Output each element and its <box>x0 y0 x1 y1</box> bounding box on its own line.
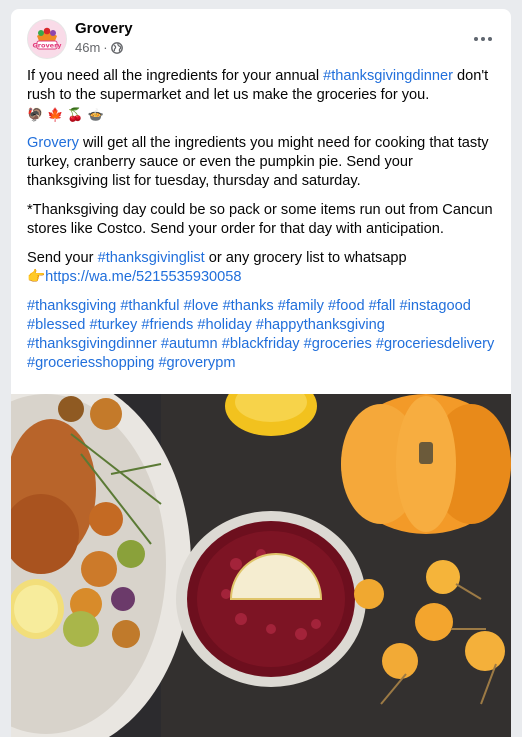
pointing-emoji: 👉 <box>27 269 46 286</box>
paragraph-2: Grovery will get all the ingredients you… <box>27 134 497 191</box>
post-timestamp[interactable]: 46m <box>75 40 100 55</box>
post-text: If you need all the ingredients for your… <box>27 67 497 383</box>
hashtag-link[interactable]: #groceriesdelivery <box>376 336 494 352</box>
hashtag-link[interactable]: #groceriesshopping <box>27 355 154 371</box>
post-header: Grovery Grovery 46m · <box>27 19 497 59</box>
post-card: Grovery Grovery 46m · If you need all th… <box>11 9 511 737</box>
hashtag-link[interactable]: #blessed <box>27 317 85 333</box>
hashtag-list: #thanksgiving #thankful #love #thanks #f… <box>27 297 497 373</box>
hashtag-link[interactable]: #thankful <box>120 298 179 314</box>
post-photo[interactable] <box>11 394 511 737</box>
pumpkin <box>341 394 511 534</box>
hashtag-link[interactable]: #thanks <box>223 298 274 314</box>
stew-emoji: 🍲 <box>87 107 104 122</box>
more-options-icon[interactable] <box>469 25 497 53</box>
maple-leaf-emoji: 🍁 <box>47 107 64 122</box>
hashtag-link[interactable]: #blackfriday <box>222 336 300 352</box>
paragraph-4-text-a: Send your <box>27 250 98 267</box>
turkey-emoji: 🦃 <box>27 107 44 122</box>
hashtag-link[interactable]: #groceries <box>304 336 372 352</box>
hashtag-link[interactable]: #thanksgivinglist <box>98 250 205 266</box>
hashtag-link[interactable]: #food <box>328 298 365 314</box>
hashtag-link[interactable]: #family <box>278 298 324 314</box>
whatsapp-link[interactable]: https://wa.me/5215535930058 <box>45 269 241 285</box>
avatar[interactable]: Grovery <box>27 19 67 59</box>
paragraph-1: If you need all the ingredients for your… <box>27 67 497 124</box>
paragraph-4: Send your #thanksgivinglist or any groce… <box>27 249 497 287</box>
hashtag-link[interactable]: #thanksgivingdinner <box>323 68 453 84</box>
hashtag-link[interactable]: #instagood <box>399 298 470 314</box>
globe-icon <box>110 41 123 54</box>
paragraph-3: *Thanksgiving day could be so pack or so… <box>27 202 493 238</box>
hashtag-link[interactable]: #fall <box>369 298 396 314</box>
meta-separator: · <box>103 40 108 55</box>
hashtag-link[interactable]: #happythanksgiving <box>256 317 385 333</box>
paragraph-1-text-a: If you need all the ingredients for your… <box>27 68 324 84</box>
hashtag-link[interactable]: #thanksgivingdinner <box>27 336 157 352</box>
page-mention-link[interactable]: Grovery <box>27 135 79 151</box>
logo-text: Grovery <box>32 42 62 50</box>
hashtag-link[interactable]: #holiday <box>197 317 251 333</box>
page-name[interactable]: Grovery <box>75 20 133 37</box>
grovery-logo: Grovery <box>28 20 66 58</box>
hashtag-link[interactable]: #turkey <box>89 317 137 333</box>
cherries-emoji: 🍒 <box>67 107 84 122</box>
paragraph-2-text: will get all the ingredients you might n… <box>27 135 489 190</box>
hashtag-link[interactable]: #friends <box>141 317 193 333</box>
hashtag-link[interactable]: #love <box>184 298 219 314</box>
paragraph-4-text-b: or any grocery list to whatsapp <box>204 250 407 267</box>
hashtag-link[interactable]: #thanksgiving <box>27 298 116 314</box>
post-meta: 46m · <box>75 40 123 55</box>
emoji-row: 🦃 🍁 🍒 🍲 <box>27 105 104 124</box>
thanksgiving-food-image <box>11 394 511 737</box>
hashtag-link[interactable]: #autumn <box>161 336 218 352</box>
hashtag-link[interactable]: #groverypm <box>158 355 235 371</box>
